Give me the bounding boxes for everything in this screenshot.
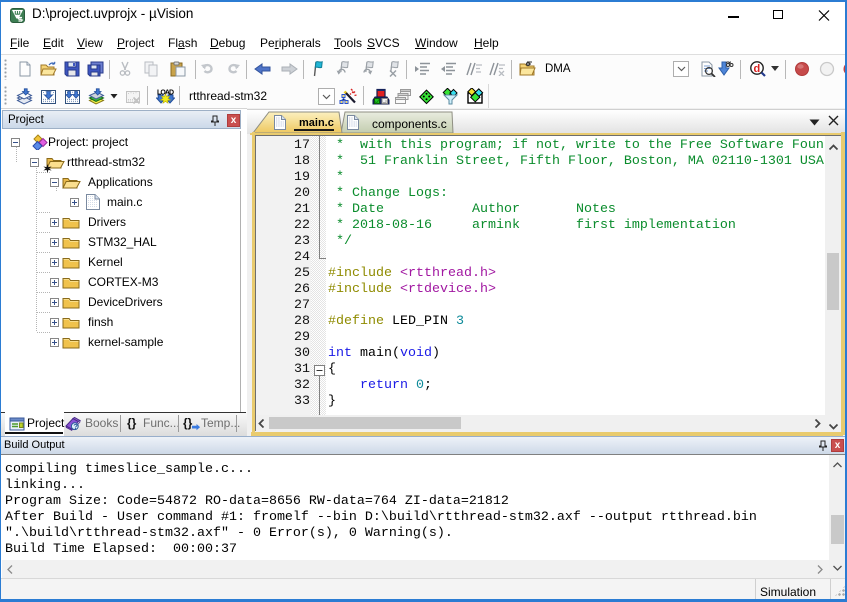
svg-text:d: d [754,63,761,75]
svg-text:?: ? [73,422,78,431]
